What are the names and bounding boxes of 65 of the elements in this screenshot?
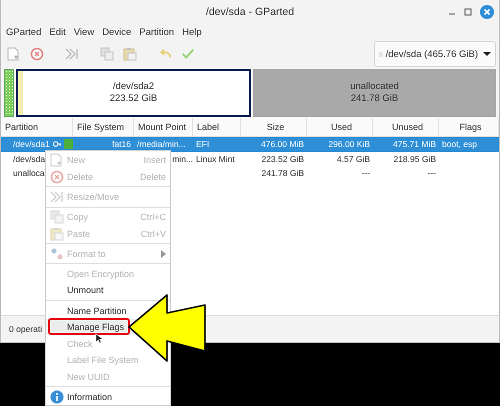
device-dropdown[interactable]: /dev/sda (465.76 GiB) [374, 41, 496, 67]
partition-name: unallocated [350, 81, 399, 93]
checkmark-icon[interactable] [181, 47, 195, 61]
table-cell: 296.00 KiB [328, 139, 370, 150]
column-header[interactable]: Unused [373, 118, 439, 136]
table-cell: min... [172, 154, 193, 164]
caret-icon [483, 52, 491, 56]
column-header[interactable]: Size [241, 118, 307, 136]
column-header[interactable]: Label [193, 118, 241, 136]
menu-title[interactable]: GParted [3, 26, 46, 38]
menu-title[interactable]: Help [179, 26, 207, 38]
status-text: 0 operati [9, 324, 42, 334]
menu-title[interactable]: Partition [136, 26, 180, 38]
table-cell: /media/min... [137, 139, 186, 150]
table-cell: 4.57 GiB [336, 154, 370, 164]
table-cell: EFI [196, 139, 210, 150]
table-cell: 475.71 MiB [393, 139, 436, 150]
table-cell: /dev/sda [13, 154, 46, 164]
menu-item[interactable]: Unmount [46, 282, 170, 299]
table-cell: --- [362, 168, 370, 178]
partition-block[interactable] [4, 69, 14, 117]
copy-icon[interactable] [100, 47, 114, 61]
partition-block[interactable]: /dev/sda2 223.52 GiB [16, 69, 251, 117]
new-partition-icon [50, 153, 62, 168]
new-partition-icon[interactable] [7, 47, 19, 61]
table-cell: 223.52 GiB [261, 154, 304, 164]
delete-icon[interactable] [30, 47, 44, 61]
menu-item[interactable]: Name Partition [46, 302, 170, 319]
table-cell: Linux Mint [196, 154, 235, 164]
table-cell: 476.00 MiB [261, 139, 304, 150]
shortcut-label: Delete [140, 172, 166, 182]
copy-icon [50, 210, 64, 224]
table-cell: 218.95 GiB [393, 154, 436, 164]
table-cell: boot, esp [442, 139, 477, 150]
column-header[interactable]: Flags [439, 118, 499, 136]
table-cell: /dev/sda1 [13, 139, 50, 150]
resize-icon[interactable] [65, 47, 79, 61]
table-cell: --- [428, 168, 436, 178]
window-title: /dev/sda - GParted [206, 6, 294, 18]
delete-icon [50, 170, 64, 184]
paste-icon[interactable] [123, 47, 137, 61]
shortcut-label: Insert [143, 155, 166, 166]
column-header[interactable]: Used [307, 118, 373, 136]
partition-size: 241.78 GiB [350, 93, 398, 105]
table-cell: unalloca [13, 168, 45, 178]
table-cell: fat16 [112, 139, 131, 150]
menu-title[interactable]: Device [99, 26, 136, 38]
menu-item[interactable]: Information [46, 388, 170, 406]
resize-icon [50, 190, 64, 204]
mouse-pointer-icon [95, 333, 103, 344]
shortcut-label: Ctrl+V [140, 228, 166, 239]
table-cell: 241.78 GiB [261, 168, 304, 178]
paste-icon [50, 226, 64, 241]
partition-size: 223.52 GiB [110, 93, 158, 105]
format-icon [50, 246, 64, 261]
column-header[interactable]: Partition [1, 118, 73, 136]
close-icon[interactable] [480, 5, 494, 19]
shortcut-label: Ctrl+C [140, 212, 166, 222]
column-header[interactable]: File System [73, 118, 134, 136]
maximize-icon[interactable] [464, 8, 472, 16]
menu-title[interactable]: Edit [46, 26, 71, 38]
column-header[interactable]: Mount Point [134, 118, 193, 136]
unallocated-block[interactable]: unallocated 241.78 GiB [253, 69, 496, 117]
partition-name: /dev/sda2 [112, 81, 154, 93]
menu-title[interactable]: View [70, 26, 100, 38]
